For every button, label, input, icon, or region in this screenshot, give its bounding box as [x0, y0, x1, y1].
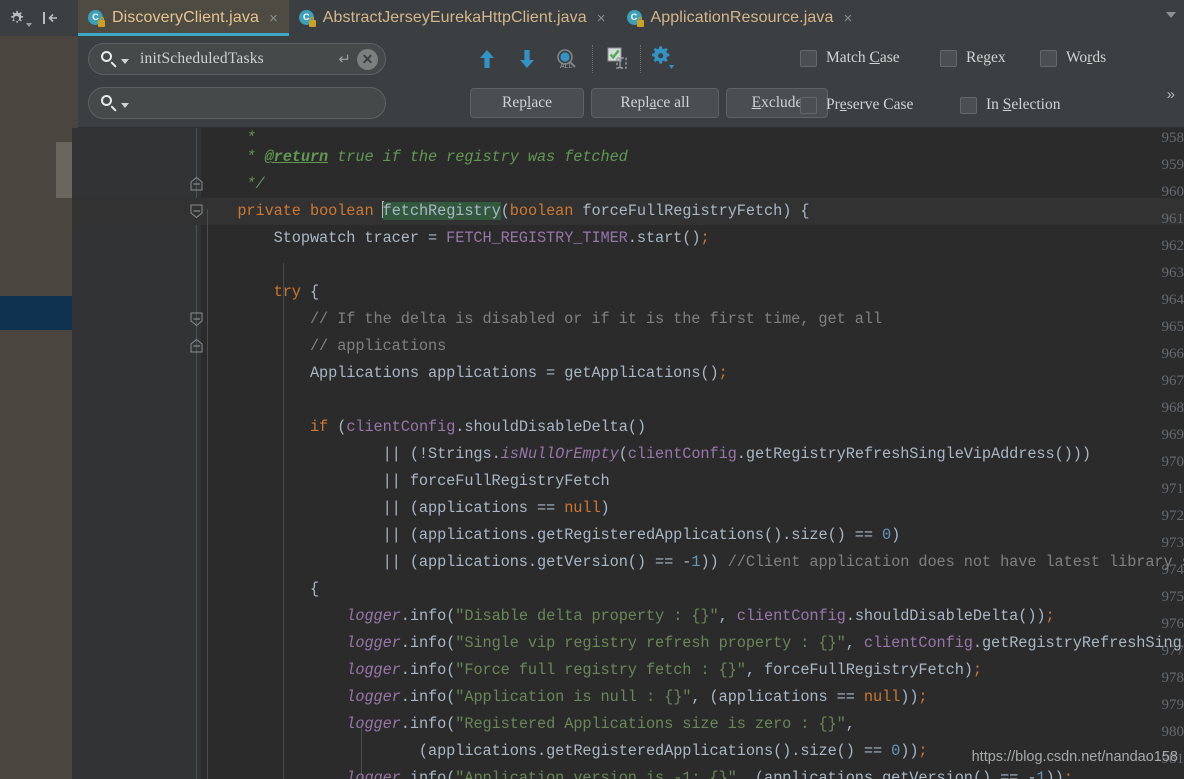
checkbox-label: Match Case [826, 49, 900, 66]
checkbox-label: Words [1066, 49, 1107, 66]
replace-all-button[interactable]: Repl a ce all [591, 88, 719, 118]
close-icon[interactable]: × [269, 11, 278, 26]
tab-applicationresource[interactable]: C ApplicationResource.java × [616, 0, 864, 36]
code-line-970: || (!Strings.isNullOrEmpty(clientConfig.… [382, 445, 1091, 463]
watermark-text: https://blog.csdn.net/nandao158 [971, 749, 1178, 765]
code-line-965: // If the delta is disabled or if it is … [201, 310, 882, 328]
code-editor[interactable]: 958 959 960 961 962 963 964 965 966 967 968 969 970 9… [72, 128, 1184, 779]
find-row: initScheduledTasks ↵ ✕ ALL Match Case Re… [78, 36, 1184, 103]
ide-window: C DiscoveryClient.java × C AbstractJerse… [0, 0, 1184, 779]
code-line-977: logger.info("Single vip registry refresh… [346, 634, 1184, 652]
code-line-966: // applications [201, 337, 447, 355]
open-file-tabs: C DiscoveryClient.java × C AbstractJerse… [78, 0, 864, 36]
checkbox-box[interactable] [1040, 49, 1057, 67]
checkbox-box[interactable] [800, 96, 817, 114]
code-line-961: private boolean fetchRegistry(boolean fo… [237, 201, 810, 220]
replace-row: Rep l ace Repl a ce all Exclude Preserve Cas… [78, 82, 1184, 128]
tab-discoveryclient[interactable]: C DiscoveryClient.java × [78, 0, 289, 36]
java-class-icon: C [298, 9, 316, 27]
checkbox-words[interactable]: Words [1040, 49, 1106, 67]
checkbox-box[interactable] [800, 49, 817, 67]
checkbox-label: Preserve Case [826, 96, 914, 113]
code-line-969: if (clientConfig.shouldDisableDelta() [309, 418, 646, 436]
tab-abstractjerseyeurekahttpclient[interactable]: C AbstractJerseyEurekaHttpClient.java × [288, 0, 617, 36]
tab-list-chevron-down-icon[interactable] [1166, 12, 1176, 18]
code-line-979: logger.info("Application is null : {}", … [346, 688, 928, 706]
toolbar-separator [592, 45, 594, 73]
find-all-button[interactable]: ALL [554, 47, 580, 71]
editor-gutter[interactable] [72, 128, 201, 779]
gear-icon [651, 46, 674, 69]
checkbox-box[interactable] [960, 96, 977, 114]
checkbox-label: In Selection [986, 96, 1061, 113]
code-line-981: (applications.getRegisteredApplications(… [418, 742, 928, 760]
code-line-982: logger.info("Application version is -1: … [346, 769, 1073, 779]
code-line-975: { [309, 580, 320, 598]
code-line-972: || (applications == null) [382, 499, 610, 517]
search-icon [101, 94, 118, 112]
enter-icon[interactable]: ↵ [338, 50, 351, 68]
find-settings-button[interactable] [650, 45, 676, 69]
search-input-value: initScheduledTasks [140, 50, 264, 67]
tab-label: AbstractJerseyEurekaHttpClient.java [322, 9, 587, 26]
checkbox-match-case[interactable]: Match Case [800, 49, 900, 67]
editor-tab-bar: C DiscoveryClient.java × C AbstractJerse… [0, 0, 1184, 36]
select-all-occurrences-button[interactable] [606, 46, 632, 70]
java-class-icon: C [626, 9, 644, 27]
checkbox-box[interactable] [940, 49, 957, 67]
chevron-down-icon [26, 22, 32, 27]
gear-icon [8, 10, 25, 27]
left-strip-selected-row[interactable] [0, 296, 72, 330]
search-input[interactable]: initScheduledTasks ↵ ✕ [88, 43, 386, 75]
find-next-button[interactable] [516, 47, 538, 71]
tab-label: ApplicationResource.java [650, 9, 834, 26]
checkbox-preserve-case[interactable]: Preserve Case [800, 96, 913, 114]
settings-gear-button[interactable] [8, 10, 32, 27]
checkbox-regex[interactable]: Regex [940, 49, 1006, 67]
arrow-down-icon [520, 50, 534, 68]
arrow-up-icon [480, 50, 494, 68]
clear-search-icon[interactable]: ✕ [357, 48, 378, 70]
code-line-964: try { [273, 283, 320, 301]
close-icon[interactable]: × [843, 11, 852, 26]
code-line-962: Stopwatch tracer = FETCH_REGISTRY_TIMER.… [201, 229, 710, 247]
find-replace-panel: initScheduledTasks ↵ ✕ ALL Match Case Re… [78, 36, 1184, 128]
svg-text:ALL: ALL [560, 63, 573, 70]
replace-history-chevron-down-icon[interactable] [121, 102, 129, 108]
code-line-973: || (applications.getRegisteredApplicatio… [382, 526, 901, 544]
code-folding-line [196, 128, 197, 779]
checkbox-in-selection[interactable]: In Selection [960, 96, 1060, 114]
code-line-974: || (applications.getVersion() == -1)) //… [382, 553, 1184, 571]
search-icon [101, 50, 118, 68]
code-text-area[interactable]: * * @return true if the registry was fet… [201, 128, 1184, 779]
find-all-icon: ALL [557, 49, 576, 70]
select-all-occurrences-icon [607, 47, 627, 69]
java-class-icon: C [88, 9, 105, 27]
code-line-978: logger.info("Force full registry fetch :… [346, 661, 982, 679]
left-strip-scrollbar[interactable] [56, 142, 72, 198]
code-line-971: || forceFullRegistryFetch [382, 472, 610, 490]
collapse-panel-button[interactable] [42, 10, 60, 26]
left-tool-strip [0, 128, 78, 779]
search-history-chevron-down-icon[interactable] [121, 58, 129, 64]
tab-bar-left-controls [0, 0, 78, 36]
code-line-980: logger.info("Registered Applications siz… [346, 715, 855, 733]
find-previous-button[interactable] [476, 47, 498, 71]
replace-input[interactable] [88, 87, 386, 119]
tab-label: DiscoveryClient.java [112, 9, 259, 26]
code-line-960: */ [201, 175, 265, 193]
code-line-967: Applications applications = getApplicati… [201, 364, 728, 382]
close-icon[interactable]: × [597, 11, 606, 26]
code-line-976: logger.info("Disable delta property : {}… [346, 607, 1055, 625]
replace-button[interactable]: Rep l ace [470, 88, 584, 118]
code-line-959: * @return true if the registry was fetch… [201, 148, 628, 166]
checkbox-label: Regex [966, 49, 1006, 66]
toolbar-separator [640, 45, 642, 73]
